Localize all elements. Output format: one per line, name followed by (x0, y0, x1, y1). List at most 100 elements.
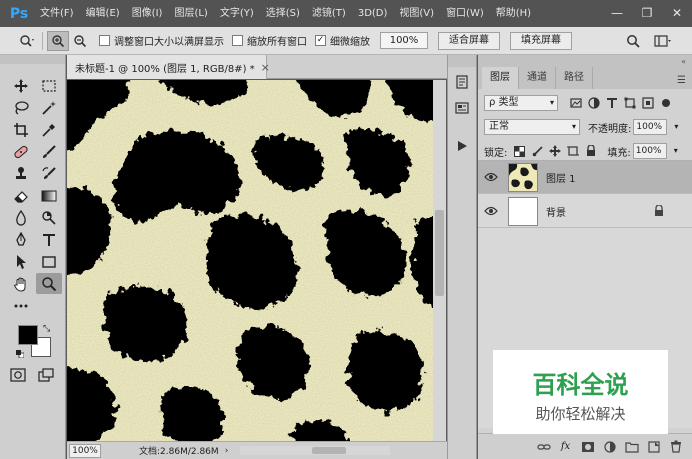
zoom-all-windows-checkbox[interactable] (232, 35, 243, 46)
layer-row-background[interactable]: 背景 (478, 195, 692, 228)
layer-filter-select[interactable]: ρ 类型 ▾ (484, 95, 558, 111)
scrubby-zoom-checkbox[interactable]: ✓ (315, 35, 326, 46)
menu-view[interactable]: 视图(V) (393, 0, 440, 27)
restore-button[interactable]: ❐ (632, 0, 662, 27)
tab-layers[interactable]: 图层 (482, 67, 519, 89)
lock-pixels-icon[interactable] (529, 143, 545, 159)
vertical-scrollbar[interactable] (433, 80, 446, 441)
filter-adjustment-icon[interactable] (586, 95, 602, 111)
panel-menu-icon[interactable]: ☰ (677, 75, 686, 86)
zoom-in-icon[interactable] (47, 30, 69, 51)
new-group-icon[interactable] (623, 438, 640, 455)
eyedropper-tool-icon[interactable] (36, 119, 62, 140)
document-tab[interactable]: 未标题-1 @ 100% (图层 1, RGB/8#) * × (67, 55, 270, 79)
eraser-tool-icon[interactable] (8, 185, 34, 206)
quick-mask-icon[interactable] (10, 368, 28, 384)
zoom-all-windows-option[interactable]: 缩放所有窗口 (232, 33, 307, 48)
link-layers-icon[interactable] (535, 438, 552, 455)
vertical-scrollbar-thumb[interactable] (435, 210, 444, 296)
layer-row-1[interactable]: 图层 1 (478, 161, 692, 194)
horizontal-scrollbar[interactable] (240, 446, 391, 455)
tools-panel-header[interactable] (0, 55, 65, 64)
zoom-out-icon[interactable] (69, 31, 91, 51)
search-icon[interactable] (622, 31, 644, 51)
move-tool-icon[interactable] (8, 75, 34, 96)
gradient-tool-icon[interactable] (36, 185, 62, 206)
close-button[interactable]: ✕ (662, 0, 692, 27)
marquee-tool-icon[interactable] (36, 75, 62, 96)
magic-wand-tool-icon[interactable] (36, 97, 62, 118)
menu-layer[interactable]: 图层(L) (168, 0, 213, 27)
menu-filter[interactable]: 滤镜(T) (306, 0, 352, 27)
resize-windows-checkbox[interactable] (99, 35, 110, 46)
more-tools-icon[interactable] (8, 295, 34, 316)
filter-shape-icon[interactable] (622, 95, 638, 111)
menu-file[interactable]: 文件(F) (34, 0, 80, 27)
filter-toggle-icon[interactable] (658, 95, 674, 111)
layer-name-1[interactable]: 图层 1 (546, 170, 576, 185)
blend-mode-select[interactable]: 正常 ▾ (484, 119, 580, 135)
history-brush-tool-icon[interactable] (36, 163, 62, 184)
status-zoom-field[interactable]: 100% (69, 443, 101, 458)
layer-effects-icon[interactable]: fx (557, 438, 574, 455)
dock-header[interactable] (448, 55, 476, 67)
foreground-color-swatch[interactable] (18, 325, 38, 345)
blur-tool-icon[interactable] (8, 207, 34, 228)
filter-type-icon[interactable] (604, 95, 620, 111)
resize-windows-option[interactable]: 调整窗口大小以满屏显示 (99, 33, 224, 48)
dodge-tool-icon[interactable] (36, 207, 62, 228)
actions-play-icon[interactable] (448, 135, 476, 157)
history-panel-icon[interactable] (448, 71, 476, 93)
clone-stamp-tool-icon[interactable] (8, 163, 34, 184)
path-selection-tool-icon[interactable] (8, 251, 34, 272)
lock-artboard-icon[interactable] (565, 143, 581, 159)
zoom-tool-icon[interactable] (36, 273, 62, 294)
horizontal-scrollbar-thumb[interactable] (312, 447, 347, 454)
tab-paths[interactable]: 路径 (556, 67, 593, 89)
layer-name-background[interactable]: 背景 (546, 204, 566, 219)
visibility-eye-icon[interactable] (478, 172, 504, 182)
add-mask-icon[interactable] (579, 438, 596, 455)
menu-window[interactable]: 窗口(W) (440, 0, 490, 27)
swap-colors-icon[interactable]: ⤡ (43, 324, 50, 334)
opacity-field[interactable]: 100% ▾ (633, 119, 678, 135)
scrubby-zoom-option[interactable]: ✓ 细微缩放 (315, 33, 370, 48)
status-menu-arrow[interactable]: › (225, 446, 229, 456)
type-tool-icon[interactable] (36, 229, 62, 250)
rectangle-tool-icon[interactable] (36, 251, 62, 272)
lock-position-icon[interactable] (547, 143, 563, 159)
zoom-tool-preset-icon[interactable] (16, 31, 38, 51)
lasso-tool-icon[interactable] (8, 97, 34, 118)
lock-all-icon[interactable] (583, 143, 599, 159)
hand-tool-icon[interactable] (8, 273, 34, 294)
delete-layer-icon[interactable] (667, 438, 684, 455)
visibility-eye-icon[interactable] (478, 206, 504, 216)
tab-close-icon[interactable]: × (261, 61, 270, 74)
default-colors-icon[interactable] (16, 350, 25, 359)
pen-tool-icon[interactable] (8, 229, 34, 250)
adjustment-layer-icon[interactable] (601, 438, 618, 455)
menu-type[interactable]: 文字(Y) (214, 0, 260, 27)
brush-tool-icon[interactable] (36, 141, 62, 162)
filter-pixel-icon[interactable] (568, 95, 584, 111)
filter-smart-object-icon[interactable] (640, 95, 656, 111)
minimize-button[interactable]: — (602, 0, 632, 27)
lock-transparent-icon[interactable] (511, 143, 527, 159)
fit-screen-button[interactable]: 适合屏幕 (438, 31, 500, 50)
menu-edit[interactable]: 编辑(E) (80, 0, 126, 27)
tab-channels[interactable]: 通道 (519, 67, 556, 89)
zoom-percent-field[interactable]: 100% (380, 32, 428, 49)
collapse-panel-icon[interactable]: « (681, 57, 686, 66)
healing-brush-tool-icon[interactable] (8, 141, 34, 162)
fill-field[interactable]: 100% ▾ (632, 143, 678, 159)
new-layer-icon[interactable] (645, 438, 662, 455)
crop-tool-icon[interactable] (8, 119, 34, 140)
workspace-icon[interactable] (652, 31, 674, 51)
fill-screen-button[interactable]: 填充屏幕 (510, 31, 572, 50)
screen-mode-icon[interactable] (38, 368, 56, 384)
menu-3d[interactable]: 3D(D) (352, 0, 394, 27)
menu-help[interactable]: 帮助(H) (490, 0, 537, 27)
menu-image[interactable]: 图像(I) (126, 0, 169, 27)
document-canvas[interactable] (67, 80, 433, 441)
menu-select[interactable]: 选择(S) (260, 0, 306, 27)
